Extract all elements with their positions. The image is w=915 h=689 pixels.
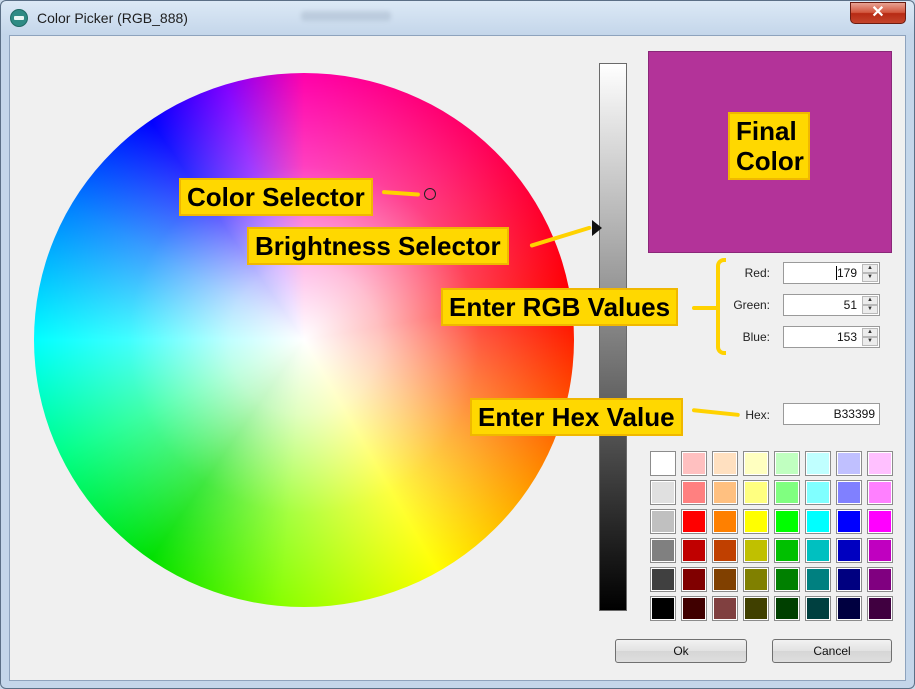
spin-down-icon[interactable]: ▼ [862,337,878,346]
app-icon [10,9,28,27]
palette-swatch[interactable] [867,567,893,592]
palette-swatch[interactable] [743,480,769,505]
hex-input[interactable]: B33399 [783,403,880,425]
title-bar[interactable]: Color Picker (RGB_888) ✕ [1,1,914,35]
palette-swatch[interactable] [836,567,862,592]
palette-swatch[interactable] [805,509,831,534]
palette-swatch[interactable] [712,509,738,534]
palette-swatch[interactable] [774,538,800,563]
palette-swatch[interactable] [650,596,676,621]
palette-swatch[interactable] [836,596,862,621]
palette-swatch[interactable] [712,480,738,505]
blurred-title-text [301,11,391,21]
green-spinner[interactable]: ▲ ▼ [862,296,878,314]
close-button[interactable]: ✕ [850,2,906,24]
palette-swatch[interactable] [836,538,862,563]
palette-swatch[interactable] [805,451,831,476]
blue-input[interactable]: 153 ▲ ▼ [783,326,880,348]
annotation-final-color: Final Color [728,112,810,180]
palette-swatch[interactable] [650,538,676,563]
palette-swatch[interactable] [681,451,707,476]
palette-swatch[interactable] [836,480,862,505]
red-value: 179 [836,266,857,280]
red-spinner[interactable]: ▲ ▼ [862,264,878,282]
palette-swatch[interactable] [774,451,800,476]
palette-swatch[interactable] [681,509,707,534]
palette-swatch[interactable] [650,480,676,505]
palette-swatch[interactable] [774,596,800,621]
palette-swatch[interactable] [681,567,707,592]
brightness-slider[interactable] [599,63,627,611]
palette-swatch[interactable] [681,538,707,563]
palette-swatch[interactable] [650,567,676,592]
annotation-color-selector: Color Selector [179,178,373,216]
palette-swatch[interactable] [867,451,893,476]
palette-swatch[interactable] [681,480,707,505]
window-title: Color Picker (RGB_888) [37,10,188,26]
hex-value: B33399 [833,407,875,421]
annotation-enter-rgb: Enter RGB Values [441,288,679,326]
color-wheel[interactable] [34,73,574,607]
annotation-brightness-selector: Brightness Selector [247,227,509,265]
spin-down-icon[interactable]: ▼ [862,273,878,282]
palette-swatch[interactable] [867,538,893,563]
annotation-enter-hex: Enter Hex Value [470,398,683,436]
palette-swatch[interactable] [743,596,769,621]
palette-swatch[interactable] [650,509,676,534]
rgb-leader [692,306,718,310]
palette-swatch[interactable] [743,451,769,476]
palette-swatch[interactable] [774,509,800,534]
palette-swatch[interactable] [867,596,893,621]
palette-swatch[interactable] [774,480,800,505]
spin-down-icon[interactable]: ▼ [862,305,878,314]
palette-swatch[interactable] [743,567,769,592]
green-value: 51 [843,298,857,312]
palette-swatch[interactable] [650,451,676,476]
palette-swatch[interactable] [867,509,893,534]
palette-swatch[interactable] [836,451,862,476]
palette-swatch[interactable] [681,596,707,621]
palette-swatch[interactable] [774,567,800,592]
palette-swatch[interactable] [712,596,738,621]
spin-up-icon[interactable]: ▲ [862,296,878,305]
red-input[interactable]: 179 ▲ ▼ [783,262,880,284]
color-selector-marker[interactable] [424,188,436,200]
color-palette [648,449,893,624]
palette-swatch[interactable] [805,480,831,505]
palette-swatch[interactable] [712,567,738,592]
blue-value: 153 [836,330,857,344]
palette-swatch[interactable] [836,509,862,534]
spin-up-icon[interactable]: ▲ [862,328,878,337]
green-input[interactable]: 51 ▲ ▼ [783,294,880,316]
ok-button[interactable]: Ok [615,639,747,663]
palette-swatch[interactable] [805,567,831,592]
spin-up-icon[interactable]: ▲ [862,264,878,273]
palette-swatch[interactable] [712,538,738,563]
palette-swatch[interactable] [867,480,893,505]
cancel-button[interactable]: Cancel [772,639,892,663]
palette-swatch[interactable] [743,509,769,534]
brightness-selector-arrow[interactable] [592,220,602,236]
palette-swatch[interactable] [712,451,738,476]
palette-swatch[interactable] [743,538,769,563]
blue-spinner[interactable]: ▲ ▼ [862,328,878,346]
palette-swatch[interactable] [805,538,831,563]
palette-swatch[interactable] [805,596,831,621]
